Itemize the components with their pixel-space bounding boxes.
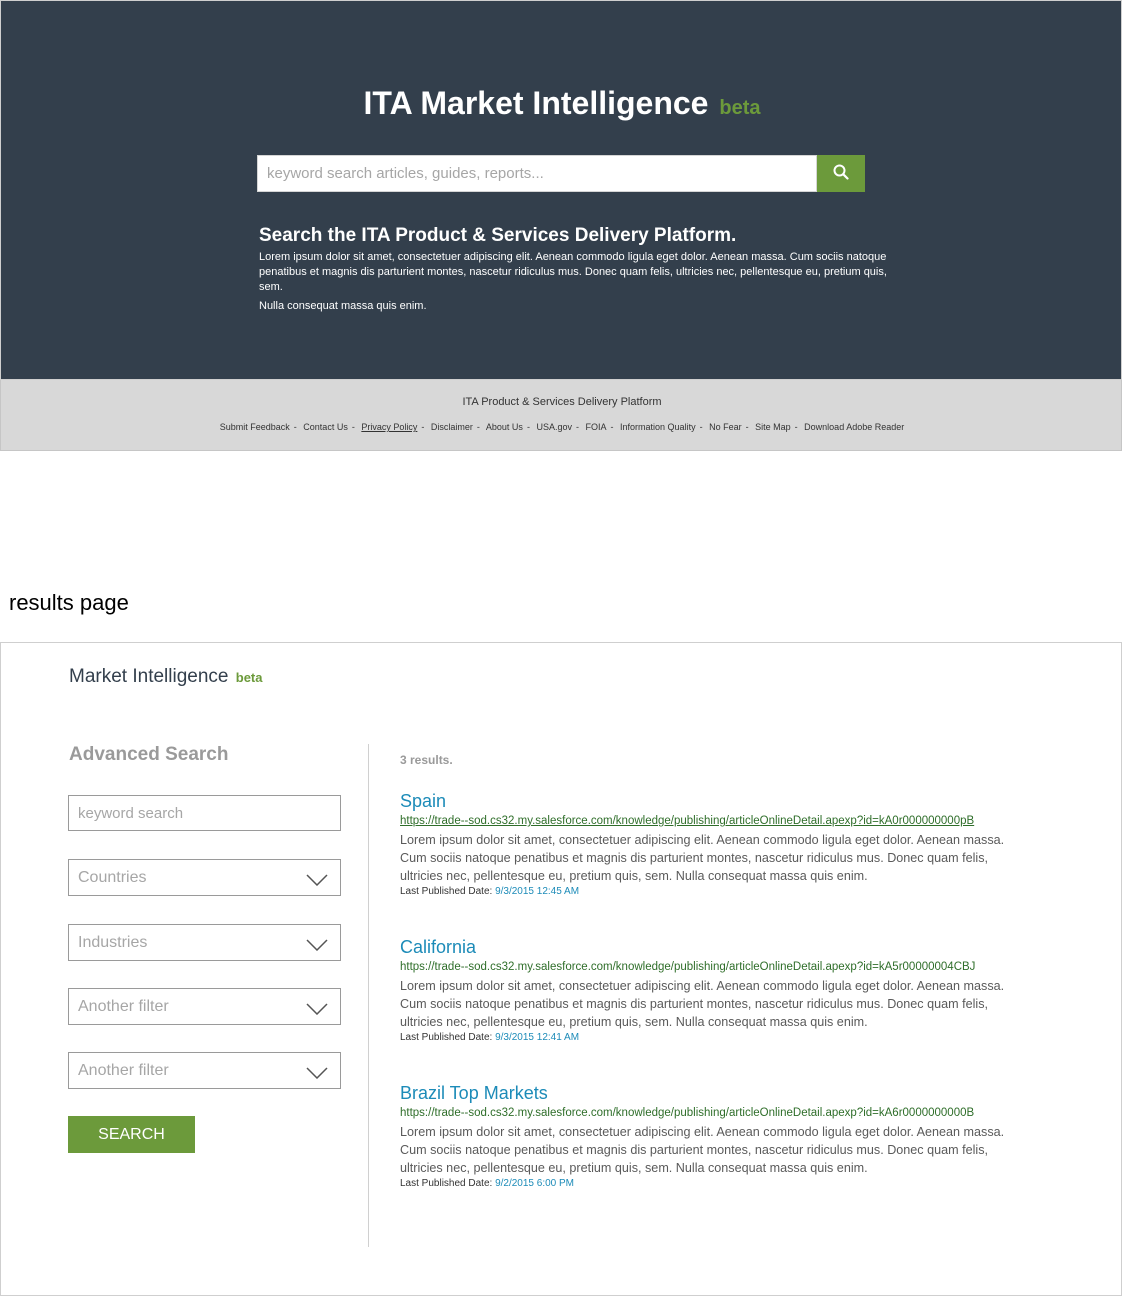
footer-separator: - — [476, 422, 480, 432]
footer-separator: - — [699, 422, 703, 432]
another-filter-select-2[interactable]: Another filter — [68, 1052, 341, 1089]
column-divider — [368, 744, 369, 1247]
chevron-down-icon — [306, 1066, 328, 1084]
section-label: results page — [9, 590, 129, 615]
landing-search-input[interactable] — [257, 155, 817, 192]
result-title-link[interactable]: Brazil Top Markets — [400, 1082, 1040, 1104]
landing-title: ITA Market Intelligence beta — [1, 85, 1122, 122]
footer-separator: - — [351, 422, 355, 432]
search-button[interactable]: SEARCH — [68, 1116, 195, 1153]
footer-separator: - — [794, 422, 798, 432]
select-label: Another filter — [78, 1062, 169, 1079]
result-date: Last Published Date: 9/2/2015 6:00 PM — [400, 1177, 1040, 1191]
date-value: 9/2/2015 6:00 PM — [495, 1178, 575, 1189]
select-label: Countries — [78, 869, 147, 886]
footer-title: ITA Product & Services Delivery Platform — [462, 396, 662, 408]
select-label: Industries — [78, 934, 148, 951]
result-item: Spain https://trade--sod.cs32.my.salesfo… — [400, 790, 1040, 899]
result-description: Lorem ipsum dolor sit amet, consectetuer… — [400, 831, 1040, 885]
landing-desc-line: penatibus et magnis dis parturient monte… — [259, 266, 887, 293]
date-value: 9/3/2015 12:41 AM — [495, 1032, 580, 1043]
result-desc-line: Lorem ipsum dolor sit amet, consectetuer… — [400, 1125, 1005, 1139]
footer-link-usa-gov[interactable]: USA.gov — [536, 422, 572, 432]
footer-link-contact-us[interactable]: Contact Us — [303, 422, 348, 432]
footer-link-information-quality[interactable]: Information Quality — [620, 422, 696, 432]
advanced-search-title: Advanced Search — [69, 744, 229, 765]
footer-separator: - — [293, 422, 297, 432]
site-footer: ITA Product & Services Delivery Platform… — [0, 380, 1122, 451]
beta-badge: beta — [235, 670, 263, 685]
footer-separator: - — [745, 422, 749, 432]
beta-badge: beta — [719, 97, 761, 119]
result-item: California https://trade--sod.cs32.my.sa… — [400, 936, 1040, 1045]
landing-search-button[interactable] — [817, 155, 865, 192]
result-url-link[interactable]: https://trade--sod.cs32.my.salesforce.co… — [400, 1106, 1040, 1121]
result-desc-line: ultricies nec, pellentesque eu, pretium … — [400, 1015, 868, 1029]
chevron-down-icon — [306, 873, 328, 891]
brand-logo[interactable]: Market Intelligence beta — [69, 666, 262, 688]
footer-link-disclaimer[interactable]: Disclaimer — [431, 422, 473, 432]
result-desc-line: Cum sociis natoque penatibus et magnis d… — [400, 997, 988, 1011]
result-description: Lorem ipsum dolor sit amet, consectetuer… — [400, 977, 1040, 1031]
result-title-link[interactable]: Spain — [400, 790, 1040, 812]
result-count: 3 results. — [400, 753, 453, 767]
date-value: 9/3/2015 12:45 AM — [495, 886, 580, 897]
footer-separator: - — [526, 422, 530, 432]
result-item: Brazil Top Markets https://trade--sod.cs… — [400, 1082, 1040, 1191]
footer-link-no-fear[interactable]: No Fear — [709, 422, 742, 432]
result-desc-line: Lorem ipsum dolor sit amet, consectetuer… — [400, 833, 1005, 847]
result-desc-line: ultricies nec, pellentesque eu, pretium … — [400, 869, 868, 883]
footer-link-about-us[interactable]: About Us — [486, 422, 523, 432]
search-icon — [833, 164, 849, 183]
result-description: Lorem ipsum dolor sit amet, consectetuer… — [400, 1123, 1040, 1177]
result-desc-line: Cum sociis natoque penatibus et magnis d… — [400, 1143, 988, 1157]
result-url-link[interactable]: https://trade--sod.cs32.my.salesforce.co… — [400, 814, 1040, 829]
landing-desc-line: Nulla consequat massa quis enim. — [259, 300, 427, 312]
another-filter-select[interactable]: Another filter — [68, 988, 341, 1025]
keyword-search-input[interactable] — [68, 795, 341, 831]
footer-links: Submit Feedback - Contact Us - Privacy Pol… — [1, 422, 1122, 432]
result-date: Last Published Date: 9/3/2015 12:41 AM — [400, 1031, 1040, 1045]
results-page: Market Intelligence beta Advanced Search… — [0, 642, 1122, 1296]
footer-separator: - — [575, 422, 579, 432]
footer-separator: - — [421, 422, 425, 432]
countries-select[interactable]: Countries — [68, 859, 341, 896]
landing-description: Lorem ipsum dolor sit amet, consectetuer… — [259, 250, 899, 314]
chevron-down-icon — [306, 938, 328, 956]
result-desc-line: ultricies nec, pellentesque eu, pretium … — [400, 1161, 868, 1175]
footer-link-site-map[interactable]: Site Map — [755, 422, 791, 432]
landing-heading: Search the ITA Product & Services Delive… — [259, 225, 737, 246]
landing-title-text: ITA Market Intelligence — [363, 85, 709, 121]
result-title-link[interactable]: California — [400, 936, 1040, 958]
footer-link-submit-feedback[interactable]: Submit Feedback — [220, 422, 290, 432]
date-label: Last Published Date: — [400, 1032, 493, 1043]
landing-hero: ITA Market Intelligence beta Search the … — [0, 0, 1122, 380]
footer-link-foia[interactable]: FOIA — [586, 422, 607, 432]
date-label: Last Published Date: — [400, 886, 493, 897]
result-desc-line: Cum sociis natoque penatibus et magnis d… — [400, 851, 988, 865]
result-url-link[interactable]: https://trade--sod.cs32.my.salesforce.co… — [400, 960, 1040, 975]
footer-link-download-adobe-reader[interactable]: Download Adobe Reader — [804, 422, 904, 432]
footer-link-privacy-policy[interactable]: Privacy Policy — [361, 422, 417, 432]
industries-select[interactable]: Industries — [68, 924, 341, 961]
brand-name: Market Intelligence — [69, 666, 229, 687]
landing-desc-line: Lorem ipsum dolor sit amet, consectetuer… — [259, 251, 887, 263]
select-label: Another filter — [78, 998, 169, 1015]
result-desc-line: Lorem ipsum dolor sit amet, consectetuer… — [400, 979, 1005, 993]
footer-separator: - — [610, 422, 614, 432]
date-label: Last Published Date: — [400, 1178, 493, 1189]
chevron-down-icon — [306, 1002, 328, 1020]
result-date: Last Published Date: 9/3/2015 12:45 AM — [400, 885, 1040, 899]
